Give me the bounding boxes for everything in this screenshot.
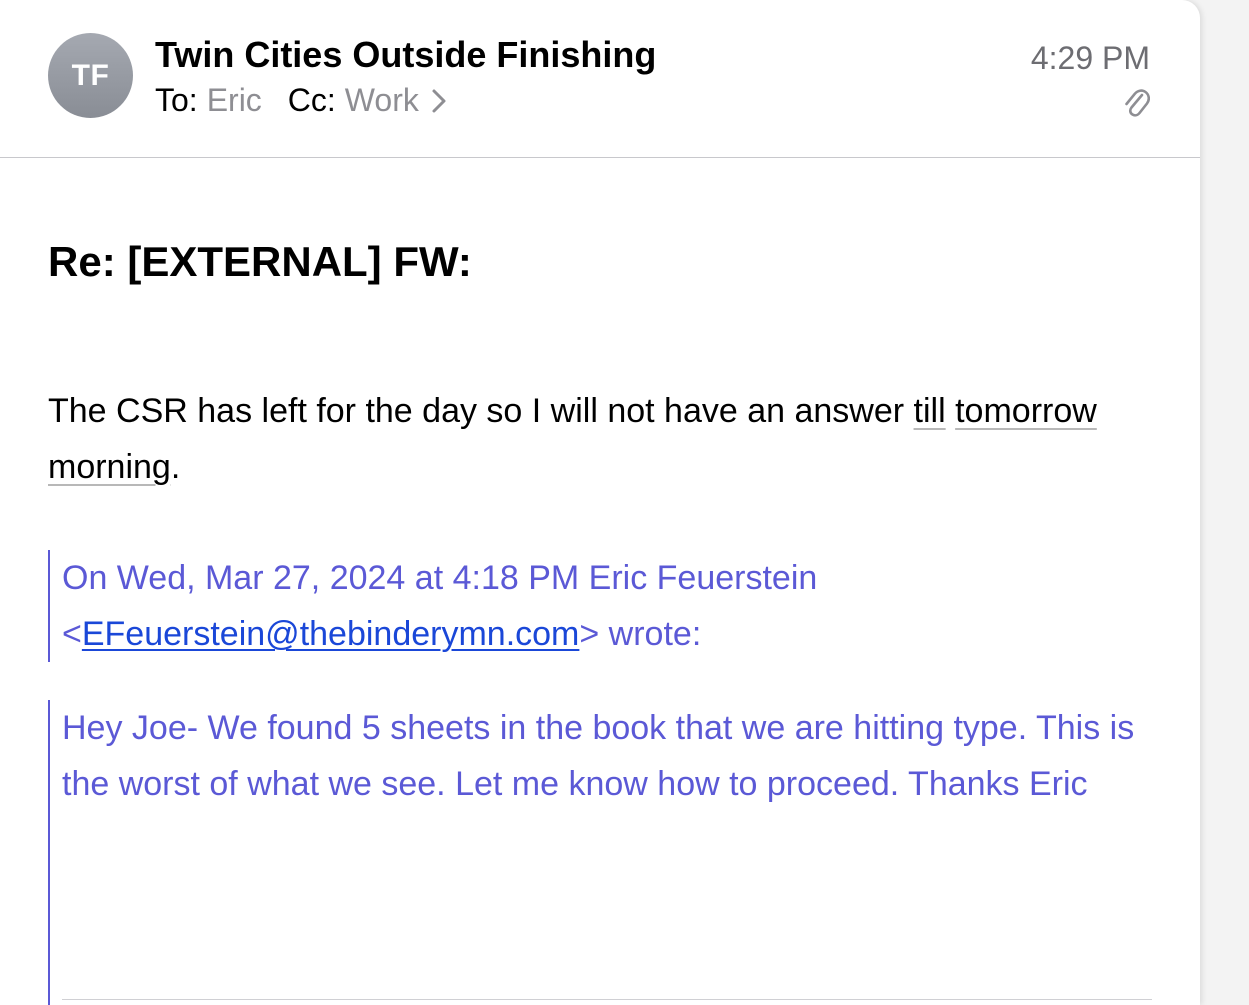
paperclip-icon[interactable] — [1122, 86, 1150, 120]
attribution-suffix: > wrote: — [579, 615, 702, 653]
quoted-message: Hey Joe- We found 5 sheets in the book t… — [48, 700, 1158, 1005]
quoted-message-text: Hey Joe- We found 5 sheets in the book t… — [62, 709, 1135, 803]
to-recipient[interactable]: Eric — [207, 82, 262, 119]
quote-divider — [62, 999, 1152, 1000]
email-subject: Re: [EXTERNAL] FW: — [48, 238, 472, 285]
sender-avatar[interactable]: TF — [48, 33, 133, 118]
to-label: To: — [155, 82, 198, 118]
chevron-right-icon[interactable] — [431, 87, 447, 115]
header-divider — [0, 157, 1200, 158]
cc-recipient[interactable]: Work — [345, 82, 419, 119]
received-time: 4:29 PM — [1030, 40, 1150, 76]
email-link[interactable]: EFeuerstein@thebinderymn.com — [82, 615, 580, 653]
quoted-attribution: On Wed, Mar 27, 2024 at 4:18 PM Eric Feu… — [48, 550, 1172, 662]
sender-name[interactable]: Twin Cities Outside Finishing — [155, 34, 656, 76]
message-text: The CSR has left for the day so I will n… — [48, 392, 914, 430]
email-card: TF Twin Cities Outside Finishing To: Eri… — [0, 0, 1200, 1005]
message-body: The CSR has left for the day so I will n… — [48, 392, 1097, 486]
cc-label: Cc: — [287, 82, 336, 118]
avatar-initials: TF — [71, 58, 110, 92]
recipients-row[interactable]: To: Eric Cc: Work — [155, 82, 447, 119]
detected-date-link[interactable]: till — [914, 392, 946, 430]
